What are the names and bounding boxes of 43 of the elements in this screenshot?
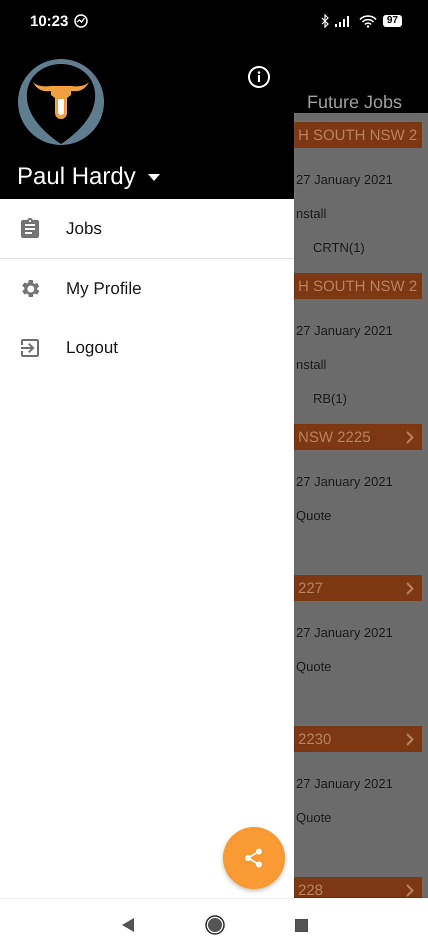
- job-date: 27 January 2021: [296, 624, 393, 640]
- drawer-menu-item[interactable]: My Profile: [0, 259, 294, 318]
- drawer-menu-item[interactable]: Logout: [0, 318, 294, 377]
- status-time: 10:23: [30, 12, 68, 30]
- job-location: 228: [298, 882, 324, 898]
- job-type: Quote: [296, 810, 332, 824]
- job-items: CRTN(1): [313, 240, 365, 254]
- user-name: Paul Hardy: [17, 163, 136, 191]
- back-icon[interactable]: [120, 917, 134, 933]
- job-header-bar[interactable]: 2230: [294, 726, 422, 752]
- job-header-bar[interactable]: H SOUTH NSW 2: [294, 273, 422, 299]
- job-type: nstall: [296, 206, 326, 220]
- chevron-right-icon: [406, 430, 414, 444]
- job-header-bar[interactable]: H SOUTH NSW 2: [294, 122, 422, 148]
- clipboard-icon: [18, 216, 42, 240]
- chevron-right-icon: [406, 884, 414, 896]
- chevron-right-icon: [406, 582, 414, 594]
- bluetooth-icon: [320, 14, 329, 28]
- job-items: RB(1): [313, 390, 347, 406]
- job-header-bar[interactable]: 227: [294, 575, 422, 601]
- job-location: NSW 2225: [298, 428, 371, 446]
- job-type: Quote: [296, 658, 332, 674]
- wifi-icon: [358, 14, 377, 28]
- job-type: nstall: [296, 356, 326, 372]
- app-bar-title: Future Jobs: [306, 92, 402, 113]
- job-location: 227: [298, 580, 324, 596]
- job-location: H SOUTH NSW 2: [298, 278, 418, 294]
- job-date: 27 January 2021: [296, 172, 393, 186]
- job-location: 2230: [298, 730, 332, 748]
- job-date: 27 January 2021: [296, 474, 393, 488]
- dropdown-caret-icon[interactable]: [148, 174, 160, 180]
- job-location: H SOUTH NSW 2: [298, 126, 418, 144]
- job-type: Quote: [296, 508, 332, 522]
- recents-icon[interactable]: [294, 918, 308, 932]
- battery-level: 97: [382, 15, 402, 27]
- drawer-menu-item[interactable]: Jobs: [0, 199, 294, 258]
- job-header-bar[interactable]: NSW 2225: [294, 424, 422, 450]
- job-header-bar[interactable]: 228: [294, 877, 422, 898]
- chevron-right-icon: [406, 732, 414, 746]
- job-date: 27 January 2021: [296, 322, 393, 338]
- home-icon[interactable]: [204, 915, 224, 935]
- job-date: 27 January 2021: [296, 776, 393, 790]
- activity-icon: [74, 14, 88, 28]
